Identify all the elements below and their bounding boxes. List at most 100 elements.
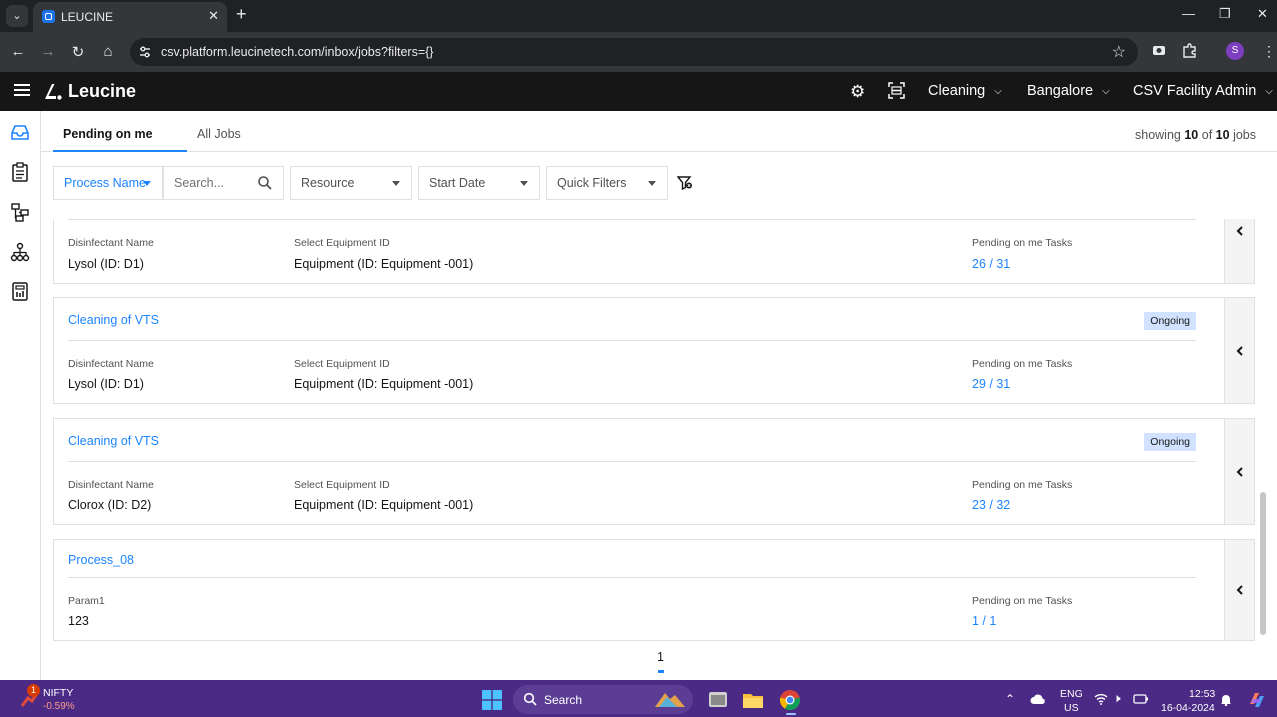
extensions-puzzle-icon[interactable] xyxy=(1182,43,1197,61)
home-icon[interactable]: ⌂ xyxy=(99,43,117,60)
param-value: Clorox (ID: D2) xyxy=(68,498,152,512)
settings-gear-icon[interactable]: ⚙ xyxy=(850,82,865,102)
tasks-label: Pending on me Tasks xyxy=(972,595,1073,607)
inbox-tabs: Pending on me All Jobs showing 10 of 10 … xyxy=(41,111,1277,152)
hierarchy-icon[interactable] xyxy=(10,242,30,262)
browser-menu-icon[interactable]: ⋮ xyxy=(1262,43,1276,60)
job-card[interactable]: Process_08 Param1 123 Pending on me Task… xyxy=(53,539,1225,641)
facility-dropdown[interactable]: Bangalore ⌵ xyxy=(1027,83,1110,99)
search-field[interactable]: Search... xyxy=(163,166,284,200)
battery-icon[interactable] xyxy=(1133,692,1149,706)
page-number[interactable]: 1 xyxy=(657,650,664,664)
ticker-name[interactable]: NIFTY xyxy=(43,687,73,699)
minimize-icon[interactable]: — xyxy=(1182,6,1195,21)
browser-tab-strip: ⌄ LEUCINE ✕ + — ❐ ✕ xyxy=(0,0,1277,32)
ontology-icon[interactable] xyxy=(10,202,30,222)
results-shown: 10 xyxy=(1184,128,1199,142)
tab-close-icon[interactable]: ✕ xyxy=(208,8,219,24)
role-dropdown[interactable]: CSV Facility Admin ⌵ xyxy=(1133,83,1273,99)
param-value: Lysol (ID: D1) xyxy=(68,377,144,391)
job-expand-button[interactable] xyxy=(1225,297,1255,404)
active-app-indicator xyxy=(786,713,796,715)
quick-filters-label: Quick Filters xyxy=(557,176,627,190)
notification-bell-icon[interactable] xyxy=(1220,693,1232,706)
scanner-icon[interactable] xyxy=(888,82,905,104)
reload-icon[interactable]: ↻ xyxy=(69,43,87,61)
process-name-select[interactable]: Process Name xyxy=(53,166,163,200)
resource-label: Resource xyxy=(301,176,355,190)
chrome-icon[interactable] xyxy=(779,689,801,711)
start-date-select[interactable]: Start Date xyxy=(418,166,540,200)
chevron-down-icon: ⌵ xyxy=(1102,86,1110,97)
scrollbar-thumb[interactable] xyxy=(1260,492,1266,635)
card-divider xyxy=(68,340,1196,341)
param-label: Param1 xyxy=(68,595,105,607)
wifi-icon[interactable] xyxy=(1094,693,1108,705)
checklist-icon[interactable] xyxy=(10,162,30,182)
inbox-icon[interactable] xyxy=(10,122,30,142)
clear-filter-icon[interactable] xyxy=(677,176,693,190)
job-card[interactable]: Cleaning of VTS Ongoing Disinfectant Nam… xyxy=(53,418,1225,525)
tab-search-dropdown-icon[interactable]: ⌄ xyxy=(6,5,28,27)
hamburger-menu-icon[interactable] xyxy=(14,84,30,96)
windows-start-icon[interactable] xyxy=(482,690,502,710)
language-bottom: US xyxy=(1064,702,1079,714)
taskbar-search-label: Search xyxy=(544,693,583,707)
job-expand-button[interactable] xyxy=(1225,418,1255,525)
back-icon[interactable]: ← xyxy=(9,43,27,60)
chevron-left-icon xyxy=(1236,226,1243,236)
job-expand-button[interactable] xyxy=(1225,539,1255,641)
site-info-icon[interactable] xyxy=(138,45,152,59)
caret-down-icon xyxy=(143,181,151,186)
cloud-icon[interactable] xyxy=(1030,694,1046,704)
search-icon[interactable] xyxy=(257,175,273,191)
job-card[interactable]: Cleaning of VTS Ongoing Disinfectant Nam… xyxy=(53,297,1225,404)
param-value: Equipment (ID: Equipment -001) xyxy=(294,377,474,391)
job-card[interactable]: Disinfectant Name Lysol (ID: D1) Select … xyxy=(53,219,1225,284)
resource-select[interactable]: Resource xyxy=(290,166,412,200)
param-label: Select Equipment ID xyxy=(294,237,390,249)
window-close-icon[interactable]: ✕ xyxy=(1257,6,1268,22)
file-explorer-icon[interactable] xyxy=(742,689,764,711)
param-value: 123 xyxy=(68,614,89,628)
task-view-icon[interactable] xyxy=(707,689,729,711)
chevron-up-icon[interactable]: ⌃ xyxy=(1005,692,1015,706)
address-bar[interactable]: csv.platform.leucinetech.com/inbox/jobs?… xyxy=(130,38,1138,66)
job-title-link[interactable]: Cleaning of VTS xyxy=(68,313,159,327)
role-label: CSV Facility Admin xyxy=(1133,83,1257,99)
new-tab-icon[interactable]: + xyxy=(236,4,247,25)
tasks-count-link[interactable]: 29 / 31 xyxy=(972,377,1010,391)
restore-icon[interactable]: ❐ xyxy=(1219,6,1231,22)
taskbar-search[interactable]: Search xyxy=(513,685,693,714)
status-badge: Ongoing xyxy=(1144,433,1196,451)
tab-all-jobs[interactable]: All Jobs xyxy=(197,127,241,141)
profile-avatar[interactable]: S xyxy=(1226,42,1244,60)
job-expand-button[interactable] xyxy=(1225,219,1255,284)
search-placeholder: Search... xyxy=(174,176,225,190)
job-title-link[interactable]: Process_08 xyxy=(68,553,134,567)
use-case-dropdown[interactable]: Cleaning ⌵ xyxy=(928,83,1002,99)
notification-badge: 1 xyxy=(27,684,40,697)
tasks-label: Pending on me Tasks xyxy=(972,479,1073,491)
tasks-count-link[interactable]: 26 / 31 xyxy=(972,257,1010,271)
forward-icon[interactable]: → xyxy=(39,43,57,60)
language-top[interactable]: ENG xyxy=(1060,688,1083,700)
tasks-count-link[interactable]: 23 / 32 xyxy=(972,498,1010,512)
tab-pending-on-me[interactable]: Pending on me xyxy=(63,127,153,141)
volume-muted-icon[interactable]: 🕨 xyxy=(1113,691,1121,706)
clock-time[interactable]: 12:53 xyxy=(1189,688,1215,700)
quick-filters-select[interactable]: Quick Filters xyxy=(546,166,668,200)
copilot-icon[interactable] xyxy=(1247,690,1267,710)
reports-icon[interactable] xyxy=(10,281,30,301)
chevron-down-icon: ⌵ xyxy=(994,86,1002,97)
job-title-link[interactable]: Cleaning of VTS xyxy=(68,434,159,448)
browser-tab[interactable]: LEUCINE ✕ xyxy=(33,2,227,32)
card-divider xyxy=(68,461,1196,462)
status-badge: Ongoing xyxy=(1144,312,1196,330)
param-value: Equipment (ID: Equipment -001) xyxy=(294,498,474,512)
tasks-count-link[interactable]: 1 / 1 xyxy=(972,614,996,628)
active-page-indicator xyxy=(658,670,664,673)
bookmark-star-icon[interactable]: ☆ xyxy=(1112,42,1126,62)
screenshot-extension-icon[interactable] xyxy=(1152,43,1166,60)
tasks-label: Pending on me Tasks xyxy=(972,358,1073,370)
